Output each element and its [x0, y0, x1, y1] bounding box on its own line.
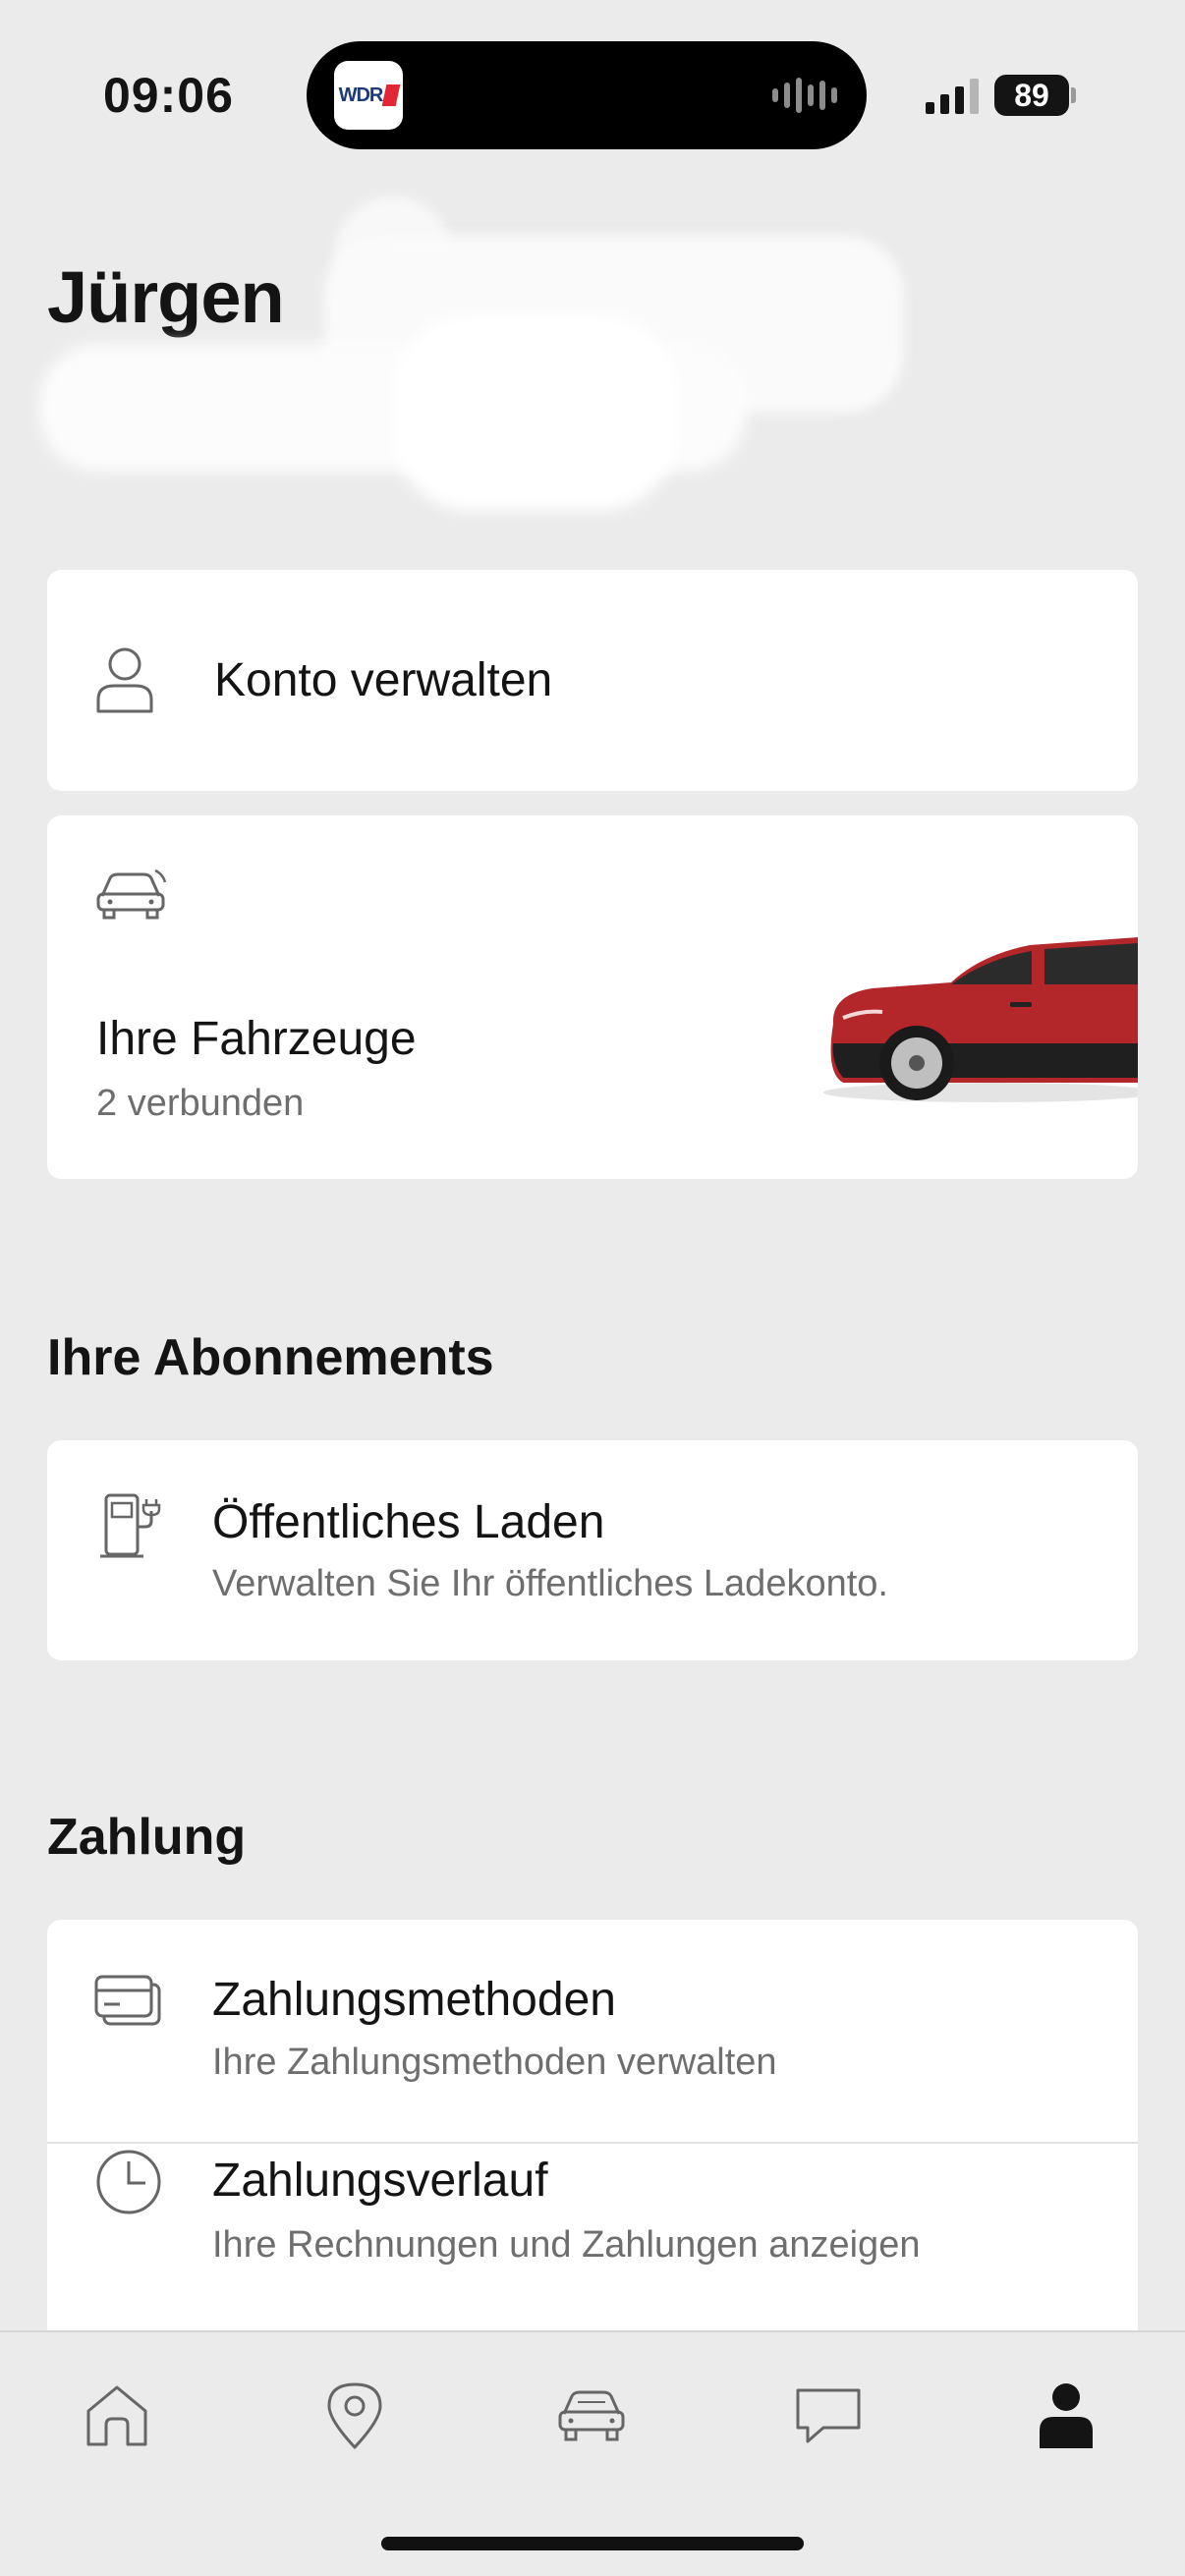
payment-history-subtitle: Ihre Rechnungen und Zahlungen anzeigen — [212, 2224, 921, 2266]
profile-icon — [1040, 2383, 1093, 2448]
chat-icon — [796, 2388, 861, 2443]
tab-profile[interactable] — [1022, 2372, 1110, 2460]
home-indicator[interactable] — [381, 2537, 804, 2550]
payment-section-title: Zahlung — [47, 1809, 247, 1866]
audio-waveform-icon — [772, 77, 837, 114]
payment-methods-row[interactable]: Zahlungsmethoden Ihre Zahlungsmethoden v… — [47, 1920, 1138, 2142]
public-charging-card[interactable]: Öffentliches Laden Verwalten Sie Ihr öff… — [47, 1440, 1138, 1660]
car-outline-icon — [96, 868, 167, 920]
subscriptions-section-title: Ihre Abonnements — [47, 1329, 494, 1386]
user-icon — [96, 647, 153, 713]
status-time: 09:06 — [103, 68, 234, 123]
payment-history-title: Zahlungsverlauf — [212, 2155, 548, 2207]
public-charging-subtitle: Verwalten Sie Ihr öffentliches Ladekonto… — [212, 1563, 888, 1604]
profile-screen: 09:06 WDR 89 Jürgen Konto verwalten Ihre… — [0, 0, 1185, 2576]
payment-card: Zahlungsmethoden Ihre Zahlungsmethoden v… — [47, 1920, 1138, 2332]
payment-history-row[interactable]: Zahlungsverlauf Ihre Rechnungen und Zahl… — [47, 2144, 1138, 2332]
battery-indicator: 89 — [994, 75, 1069, 116]
tab-map[interactable] — [310, 2372, 399, 2460]
home-icon — [86, 2385, 147, 2446]
vehicles-card[interactable]: Ihre Fahrzeuge 2 verbunden — [47, 815, 1138, 1179]
tab-messages[interactable] — [784, 2372, 873, 2460]
payment-methods-subtitle: Ihre Zahlungsmethoden verwalten — [212, 2042, 777, 2083]
now-playing-app-icon: WDR — [334, 61, 403, 130]
vehicles-title: Ihre Fahrzeuge — [96, 1013, 417, 1065]
island-app-label: WDR — [338, 84, 384, 106]
redacted-name-overlay — [39, 196, 904, 511]
battery-tip — [1071, 87, 1076, 103]
manage-account-label: Konto verwalten — [214, 654, 553, 706]
map-pin-icon — [327, 2382, 382, 2449]
credit-card-icon — [94, 1975, 161, 2026]
clock-icon — [96, 2150, 161, 2214]
manage-account-card[interactable]: Konto verwalten — [47, 570, 1138, 791]
public-charging-title: Öffentliches Laden — [212, 1496, 605, 1548]
car-icon — [558, 2390, 625, 2441]
charging-station-icon — [100, 1493, 161, 1558]
tab-vehicle[interactable] — [547, 2372, 636, 2460]
vehicles-subtitle: 2 verbunden — [96, 1083, 305, 1124]
cellular-signal-icon — [926, 79, 979, 114]
vehicle-image — [823, 937, 1138, 1102]
dynamic-island[interactable]: WDR — [307, 41, 867, 149]
payment-methods-title: Zahlungsmethoden — [212, 1974, 616, 2026]
tab-home[interactable] — [73, 2372, 161, 2460]
